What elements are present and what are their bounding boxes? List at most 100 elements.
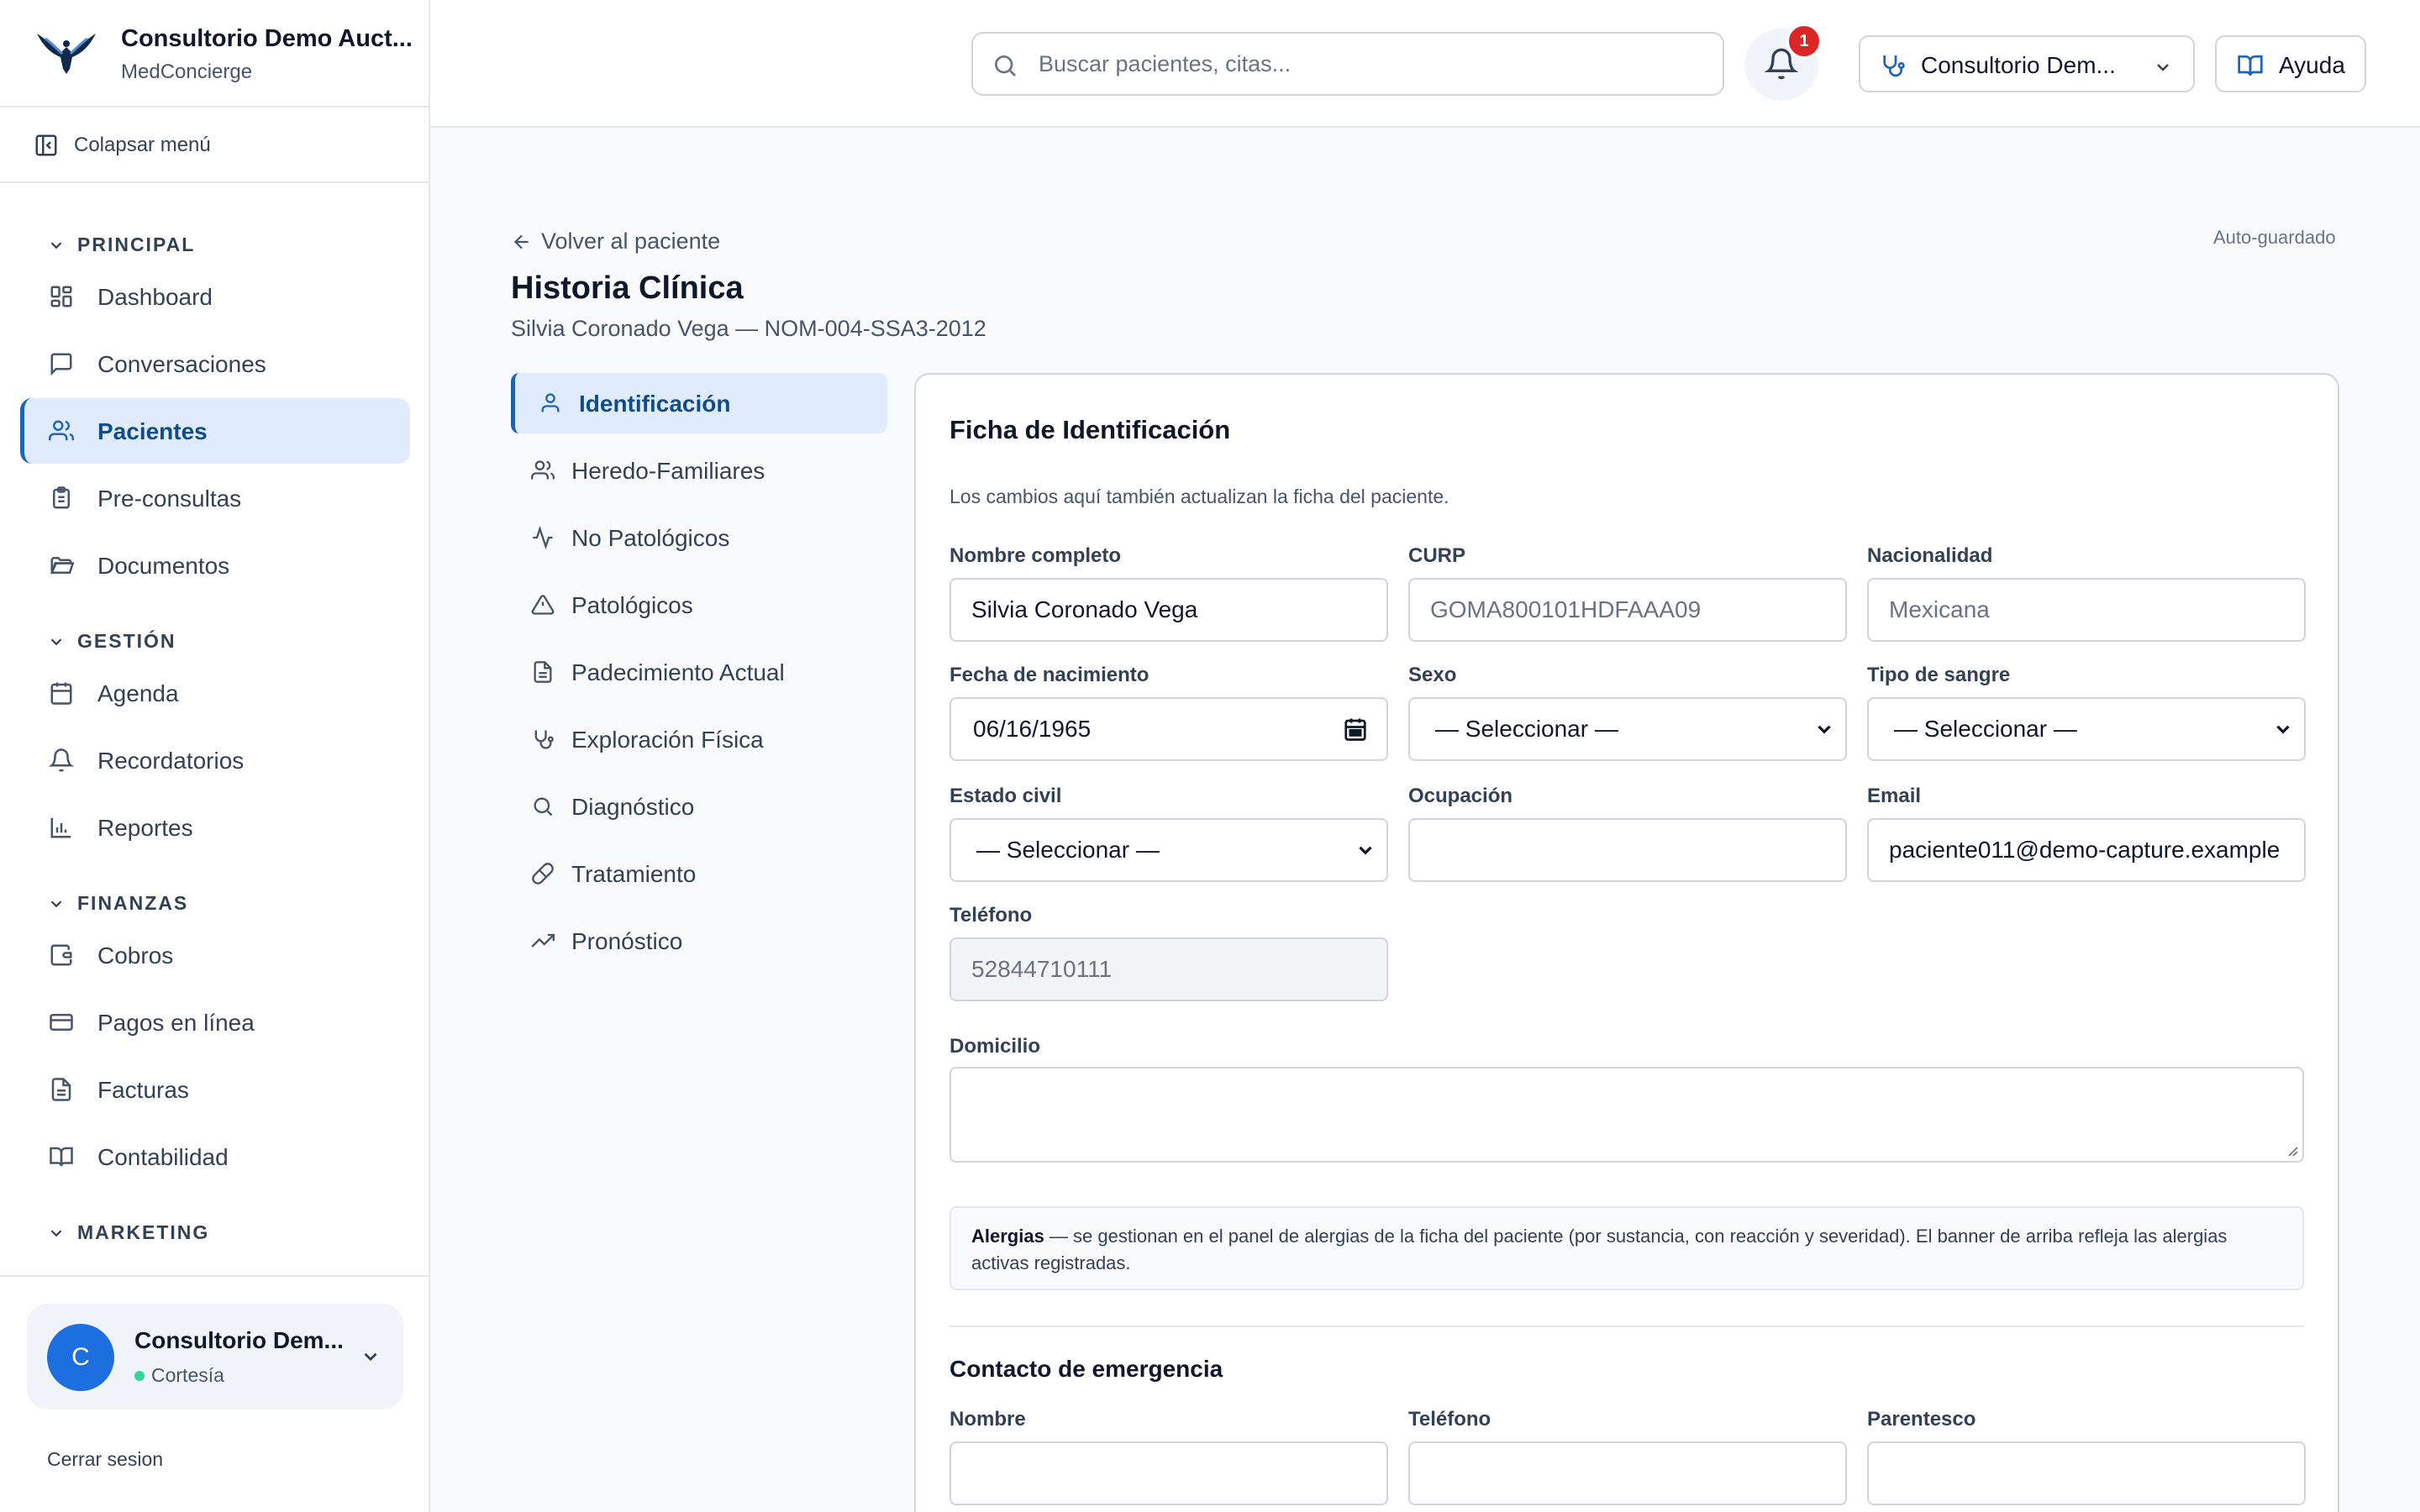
- file-text-icon: [534, 661, 552, 683]
- top-header: 1 Consultorio Dem... Ayuda: [430, 0, 2420, 128]
- clipboard-icon: [53, 486, 70, 509]
- email-field[interactable]: paciente011@demo-capture.example: [1867, 818, 2306, 882]
- sidebar-item-documentos[interactable]: Documentos: [20, 533, 410, 598]
- back-to-patient-link[interactable]: Volver al paciente: [511, 228, 720, 255]
- collapse-menu-button[interactable]: Colapsar menú: [0, 108, 430, 183]
- account-switcher[interactable]: C Consultorio Dem... Cortesía: [27, 1304, 403, 1410]
- nombre-field[interactable]: Silvia Coronado Vega: [950, 578, 1388, 642]
- logout-link[interactable]: Cerrar sesion: [47, 1448, 163, 1471]
- resize-handle-icon[interactable]: [2284, 1142, 2299, 1158]
- sidebar-item-conversaciones[interactable]: Conversaciones: [20, 331, 410, 396]
- section-principal[interactable]: PRINCIPAL: [49, 234, 195, 256]
- curp-label: CURP: [1408, 544, 1466, 567]
- brand-subtitle: MedConcierge: [121, 60, 253, 83]
- account-name: Consultorio Dem...: [134, 1327, 344, 1353]
- ocupacion-field[interactable]: [1408, 818, 1847, 882]
- account-plan: Cortesía: [134, 1364, 224, 1387]
- clinic-selector-button[interactable]: Consultorio Dem...: [1859, 35, 2195, 92]
- search-input[interactable]: [1039, 45, 1702, 82]
- clinic-selector-label: Consultorio Dem...: [1921, 52, 2116, 78]
- tab-tratamiento[interactable]: Tratamiento: [511, 843, 887, 904]
- tab-padecimiento-actual[interactable]: Padecimiento Actual: [511, 642, 887, 702]
- ocupacion-label: Ocupación: [1408, 785, 1513, 807]
- brand-header[interactable]: Consultorio Demo Auct... MedConcierge: [0, 0, 430, 108]
- bell-icon: [49, 748, 74, 772]
- tab-heredo-familiares[interactable]: Heredo-Familiares: [511, 440, 887, 501]
- arrow-left-icon: [513, 234, 529, 249]
- chevron-down-icon: [50, 1229, 62, 1236]
- sidebar-item-recordatorios[interactable]: Recordatorios: [20, 727, 410, 793]
- sidebar-item-pacientes[interactable]: Pacientes: [20, 398, 410, 464]
- brand-name: Consultorio Demo Auct...: [121, 25, 413, 52]
- emergency-nombre-field[interactable]: [950, 1441, 1388, 1505]
- identification-card: Ficha de Identificación Los cambios aquí…: [914, 373, 2339, 1512]
- allergies-info-box: Alergias — se gestionan en el panel de a…: [950, 1206, 2304, 1290]
- sidebar-item-pagos[interactable]: Pagos en línea: [20, 990, 410, 1055]
- collapse-menu-label: Colapsar menú: [74, 134, 211, 156]
- chevron-down-icon: [2276, 725, 2290, 734]
- estado-civil-select[interactable]: — Seleccionar —: [950, 818, 1388, 882]
- tab-exploracion-fisica[interactable]: Exploración Física: [511, 709, 887, 769]
- activity-icon: [533, 526, 553, 549]
- nacionalidad-field[interactable]: Mexicana: [1867, 578, 2306, 642]
- sidebar-item-dashboard[interactable]: Dashboard: [20, 264, 410, 329]
- avatar: C: [47, 1324, 114, 1391]
- message-square-icon: [50, 353, 72, 376]
- stethoscope-icon: [1883, 55, 1905, 77]
- section-gestion[interactable]: GESTIÓN: [49, 630, 176, 653]
- stethoscope-icon: [534, 730, 554, 749]
- page-title: Historia Clínica: [511, 270, 744, 306]
- sidebar-divider: [0, 1275, 430, 1277]
- book-open-icon: [50, 1147, 73, 1167]
- emergency-parentesco-field[interactable]: [1867, 1441, 2306, 1505]
- sidebar-item-preconsultas[interactable]: Pre-consultas: [20, 465, 410, 531]
- alert-triangle-icon: [531, 595, 555, 615]
- page-subtitle: Silvia Coronado Vega — NOM-004-SSA3-2012: [511, 316, 986, 341]
- sidebar-item-facturas[interactable]: Facturas: [20, 1057, 410, 1122]
- tab-diagnostico[interactable]: Diagnóstico: [511, 776, 887, 837]
- emergency-telefono-label: Teléfono: [1408, 1408, 1491, 1431]
- users-icon: [531, 460, 555, 480]
- bar-chart-icon: [50, 817, 71, 838]
- allergies-info-title: Alergias: [971, 1226, 1044, 1247]
- domicilio-label: Domicilio: [950, 1035, 1041, 1058]
- notification-badge: 1: [1786, 24, 1822, 59]
- folder-open-icon: [50, 557, 74, 574]
- calendar-icon[interactable]: [1343, 717, 1368, 742]
- sidebar-item-cobros[interactable]: Cobros: [20, 922, 410, 988]
- estado-civil-label: Estado civil: [950, 785, 1062, 807]
- autosave-status: Auto-guardado: [2213, 227, 2336, 248]
- sidebar-collapse-icon: [35, 134, 57, 156]
- sangre-select[interactable]: — Seleccionar —: [1867, 697, 2306, 761]
- telefono-label: Teléfono: [950, 904, 1033, 927]
- credit-card-icon: [50, 1014, 73, 1031]
- help-button[interactable]: Ayuda: [2215, 35, 2366, 92]
- telefono-field[interactable]: 52844710111: [950, 937, 1388, 1001]
- birthdate-field[interactable]: 06/16/1965: [950, 697, 1388, 761]
- tab-no-patologicos[interactable]: No Patológicos: [511, 507, 887, 568]
- help-label: Ayuda: [2279, 52, 2345, 78]
- search-box[interactable]: [971, 32, 1724, 96]
- calendar-icon: [50, 682, 72, 705]
- section-divider: [950, 1326, 2304, 1327]
- emergency-parentesco-label: Parentesco: [1867, 1408, 1976, 1431]
- tab-patologicos[interactable]: Patológicos: [511, 575, 887, 635]
- chevron-down-icon: [50, 900, 62, 907]
- trending-up-icon: [531, 933, 555, 948]
- tab-pronostico[interactable]: Pronóstico: [511, 911, 887, 971]
- emergency-telefono-field[interactable]: [1408, 1441, 1847, 1505]
- fecha-label: Fecha de nacimiento: [950, 664, 1150, 686]
- domicilio-textarea[interactable]: [950, 1067, 2304, 1163]
- nombre-label: Nombre completo: [950, 544, 1122, 567]
- sexo-select[interactable]: — Seleccionar —: [1408, 697, 1847, 761]
- sidebar-item-contabilidad[interactable]: Contabilidad: [20, 1124, 410, 1189]
- section-marketing[interactable]: MARKETING: [49, 1221, 209, 1244]
- curp-field[interactable]: GOMA800101HDFAAA09: [1408, 578, 1847, 642]
- sidebar-item-reportes[interactable]: Reportes: [20, 795, 410, 860]
- status-dot: [134, 1370, 145, 1381]
- sangre-label: Tipo de sangre: [1867, 664, 2011, 686]
- sidebar-item-agenda[interactable]: Agenda: [20, 660, 410, 726]
- card-note: Los cambios aquí también actualizan la f…: [950, 486, 1449, 507]
- tab-identificacion[interactable]: Identificación: [511, 373, 887, 433]
- section-finanzas[interactable]: FINANZAS: [49, 892, 188, 915]
